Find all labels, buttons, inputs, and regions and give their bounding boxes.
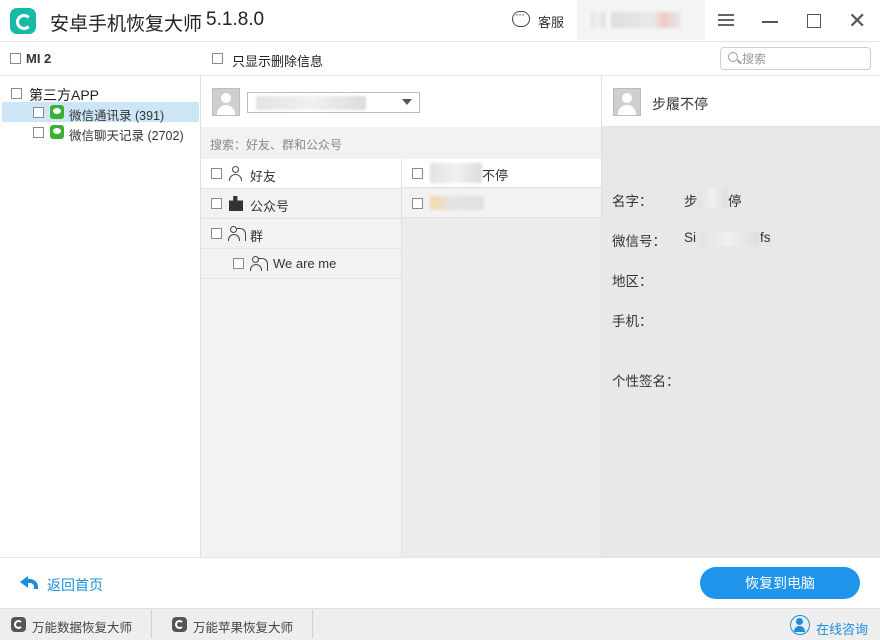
account-area[interactable] [577,0,705,40]
official-account-icon [229,196,243,211]
blurred-avatar [591,12,605,28]
data-recovery-logo-icon [11,617,26,632]
blurred-account-name [256,96,366,110]
close-icon[interactable]: ✕ [848,10,866,32]
footer-link-apple-recovery[interactable]: 万能苹果恢复大师 [193,617,293,636]
contact-detail-header [602,76,880,127]
wechat-icon [50,105,64,119]
tree-item-checkbox[interactable] [33,127,44,138]
contact-search-placeholder[interactable]: 搜索：好友、群和公众号 [210,136,342,153]
contact-checkbox[interactable] [412,198,423,209]
category-label: 好友 [250,169,277,184]
divider [151,610,152,638]
blurred-username [611,12,681,28]
wechat-icon [50,125,64,139]
tree-root-checkbox[interactable] [11,88,22,99]
category-groups[interactable]: 群 [201,219,401,249]
tree-item-wechat-chats[interactable]: 微信聊天记录 (2702) [2,122,199,143]
region-label: 地区： [612,274,653,289]
customer-service-icon[interactable] [512,7,530,27]
contact-row[interactable]: 不停 [402,159,601,188]
category-checkbox[interactable] [211,228,222,239]
search-input[interactable] [742,49,866,68]
category-checkbox[interactable] [211,198,222,209]
category-label: 群 [250,229,264,244]
category-label: 公众号 [250,199,290,214]
category-official-accounts[interactable]: 公众号 [201,189,401,219]
device-name: MI 2 [26,51,52,66]
phone-label: 手机： [612,314,653,329]
account-select[interactable] [247,92,420,113]
name-label: 名字： [612,194,653,209]
wechat-id-value-tail: fs [760,230,771,245]
show-deleted-checkbox[interactable] [212,53,223,64]
apple-recovery-logo-icon [172,617,187,632]
group-icon [250,256,268,271]
minimize-icon[interactable] [762,21,778,23]
contact-row[interactable] [402,189,601,218]
category-checkbox[interactable] [211,168,222,179]
group-icon [228,226,246,241]
app-title: 安卓手机恢复大师 [50,14,203,35]
menu-icon[interactable] [718,14,734,26]
back-home-link[interactable]: 返回首页 [47,575,103,595]
customer-service-label[interactable]: 客服 [538,12,564,31]
group-item[interactable]: We are me [201,249,401,279]
app-version: 5.1.8.0 [206,9,265,30]
blurred-name [698,188,728,208]
device-checkbox[interactable] [10,53,21,64]
wechat-id-label: 微信号： [612,234,666,249]
chevron-down-icon[interactable] [402,99,412,105]
footer-link-data-recovery[interactable]: 万能数据恢复大师 [32,617,132,636]
wechat-id-value: Si [684,230,697,245]
recover-to-pc-button[interactable]: 恢复到电脑 [700,567,860,599]
search-icon [728,52,738,62]
divider [312,610,313,638]
tree-item-label: 微信聊天记录 (2702) [69,129,184,143]
blurred-wechat-id [699,232,759,246]
show-deleted-label[interactable]: 只显示删除信息 [232,51,323,70]
signature-label: 个性签名： [612,374,680,389]
avatar [212,88,240,116]
online-consult-link[interactable]: 在线咨询 [816,619,868,638]
name-value: 步 [684,194,698,209]
back-arrow-icon[interactable] [20,574,40,590]
tree-item-checkbox[interactable] [33,107,44,118]
blurred-contact-avatar [430,163,482,183]
contact-checkbox[interactable] [412,168,423,179]
person-icon [229,166,242,181]
group-item-checkbox[interactable] [233,258,244,269]
contact-list [402,159,601,557]
name-value-tail: 停 [728,194,742,209]
category-friends[interactable]: 好友 [201,159,401,189]
divider [401,159,402,557]
contact-avatar [613,88,641,116]
group-item-label: We are me [273,256,337,271]
contact-name: 不停 [482,168,509,183]
app-logo-icon [10,8,36,34]
maximize-icon[interactable] [807,14,821,28]
blurred-contact-name [430,196,484,210]
tree-item-wechat-contacts[interactable]: 微信通讯录 (391) [2,102,199,123]
online-consult-icon[interactable] [790,615,810,635]
contact-detail-name: 步履不停 [652,96,708,112]
